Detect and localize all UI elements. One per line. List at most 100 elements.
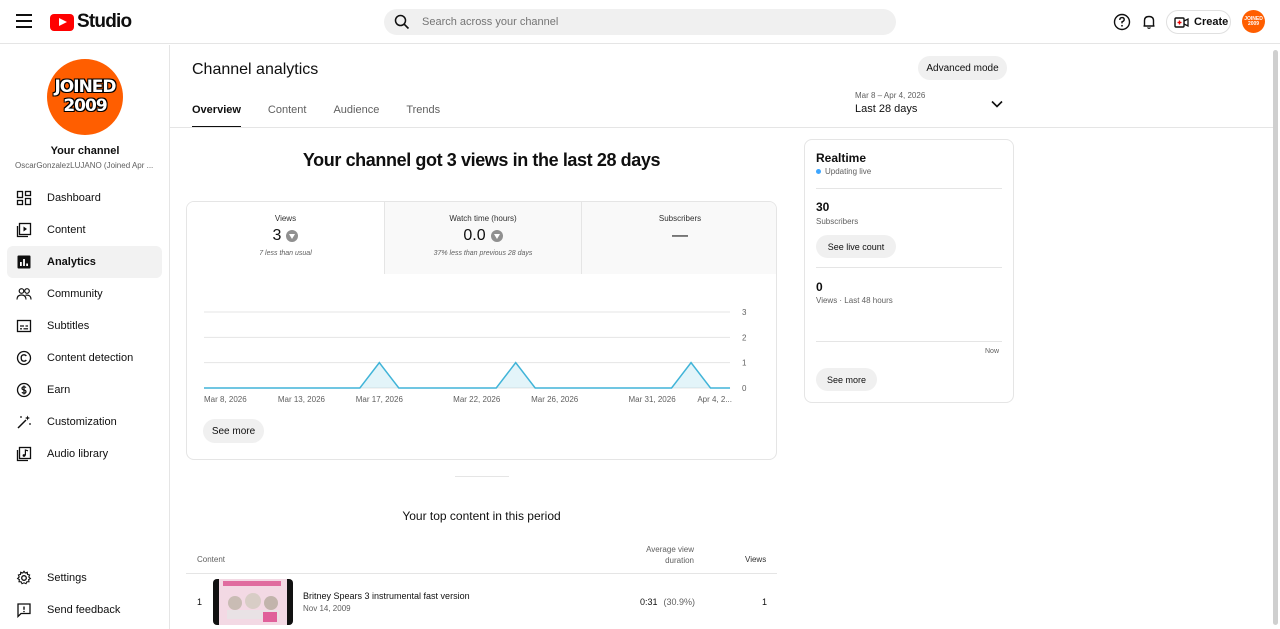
studio-logo[interactable]: Studio [50, 11, 132, 33]
realtime-views-label: Views · Last 48 hours [816, 296, 893, 305]
realtime-subscriber-label: Subscribers [816, 217, 859, 226]
x-tick-label: Mar 13, 2026 [278, 395, 326, 404]
realtime-card: Realtime Updating live 30 Subscribers Se… [804, 139, 1014, 403]
metric-subscribers-value: — [672, 227, 688, 244]
content-icon [16, 222, 32, 238]
views-area [204, 362, 730, 388]
tab-trends[interactable]: Trends [406, 104, 440, 128]
views-line [204, 361, 730, 389]
video-date: Nov 14, 2009 [303, 604, 351, 613]
sidebar-item-content-detection[interactable]: Content detection [7, 342, 162, 374]
account-avatar[interactable]: JOINED 2009 [1242, 10, 1265, 33]
metric-watch-time[interactable]: Watch time (hours) 0.0 37% less than pre… [384, 202, 581, 274]
channel-subtitle: OscarGonzalezLUJANO (Joined Apr ... [15, 161, 154, 170]
date-range-label: Last 28 days [855, 103, 918, 115]
views-chart[interactable]: 0 1 2 3 Mar 8, 2026 Mar 13, 2026 Mar 17, 2026 M… [201, 302, 761, 412]
arrow-down-icon [490, 230, 503, 242]
divider [816, 188, 1002, 189]
arrow-down-icon [286, 230, 299, 242]
top-bar: Studio Create JOINED 2009 [0, 0, 1280, 44]
magic-wand-icon [17, 415, 31, 429]
video-add-icon [1174, 16, 1189, 28]
date-range-dates: Mar 8 – Apr 4, 2026 [855, 91, 926, 100]
subtitles-icon [16, 319, 32, 333]
video-thumbnail-image [213, 579, 293, 625]
column-header-content: Content [197, 555, 226, 564]
live-dot-icon [816, 169, 821, 174]
date-range-picker[interactable]: Mar 8 – Apr 4, 2026 Last 28 days [855, 91, 925, 115]
analytics-icon [17, 255, 31, 269]
video-title[interactable]: Britney Spears 3 instrumental fast versi… [303, 591, 470, 601]
sidebar-item-customization[interactable]: Customization [7, 406, 162, 438]
chevron-down-icon[interactable] [990, 98, 1004, 110]
page-scrollbar[interactable] [1273, 50, 1278, 625]
tab-audience[interactable]: Audience [333, 104, 379, 128]
sidebar: JOINED 2009 Your channel OscarGonzalezLU… [0, 45, 170, 629]
metric-subscribers[interactable]: Subscribers — [581, 202, 776, 274]
realtime-now-label: Now [985, 348, 1000, 355]
x-tick-label: Mar 26, 2026 [531, 395, 579, 404]
divider [816, 267, 1002, 268]
x-tick-label: Mar 22, 2026 [453, 395, 501, 404]
sidebar-item-dashboard[interactable]: Dashboard [7, 182, 162, 214]
average-view-duration: 0:31 (30.9%) [640, 597, 696, 607]
overview-card: Views 3 7 less than usual Watch time (ho… [186, 201, 777, 460]
youtube-logo-icon [50, 13, 74, 31]
realtime-chart-baseline [816, 341, 1002, 342]
create-button[interactable]: Create [1166, 10, 1231, 34]
advanced-mode-button[interactable]: Advanced mode [918, 56, 1007, 80]
sidebar-item-settings[interactable]: Settings [7, 562, 162, 594]
dashboard-icon [16, 190, 32, 206]
notifications-bell-icon[interactable] [1139, 12, 1159, 32]
y-tick-label: 3 [742, 308, 747, 317]
row-rank: 1 [197, 597, 203, 607]
sidebar-item-community[interactable]: Community [7, 278, 162, 310]
x-tick-label: Mar 17, 2026 [356, 395, 404, 404]
realtime-subscriber-count: 30 [816, 200, 830, 214]
audio-library-icon [16, 446, 32, 462]
sidebar-item-subtitles[interactable]: Subtitles [7, 310, 162, 342]
analytics-tabs: Overview Content Audience Trends [192, 104, 467, 128]
column-header-views: Views [745, 555, 767, 564]
community-icon [16, 288, 32, 300]
y-tick-label: 1 [742, 359, 747, 368]
video-views: 1 [762, 597, 768, 607]
x-tick-label: Mar 8, 2026 [204, 395, 247, 404]
search-icon [394, 14, 410, 30]
see-live-count-button[interactable]: See live count [816, 235, 896, 258]
table-header-divider [186, 573, 777, 574]
metric-watch-time-value: 0.0 [463, 227, 486, 244]
copyright-icon [16, 350, 32, 366]
feedback-icon [17, 603, 31, 618]
sidebar-nav: Dashboard Content Analytics Community Su… [7, 182, 162, 470]
metric-views-value: 3 [272, 227, 282, 244]
x-tick-label: Mar 31, 2026 [629, 395, 677, 404]
channel-avatar[interactable]: JOINED 2009 [47, 59, 123, 135]
sidebar-item-send-feedback[interactable]: Send feedback [7, 594, 162, 626]
sidebar-item-earn[interactable]: Earn [7, 374, 162, 406]
tab-content[interactable]: Content [268, 104, 307, 128]
tabs-divider [170, 127, 1274, 128]
menu-icon[interactable] [16, 14, 32, 28]
sidebar-item-audio-library[interactable]: Audio library [7, 438, 162, 470]
search-bar[interactable] [384, 9, 896, 35]
page-title: Channel analytics [192, 61, 319, 78]
realtime-see-more-button[interactable]: See more [816, 368, 877, 391]
sidebar-item-content[interactable]: Content [7, 214, 162, 246]
gear-icon [16, 570, 32, 585]
see-more-button[interactable]: See more [203, 419, 264, 443]
tab-overview[interactable]: Overview [192, 104, 241, 128]
realtime-live-status: Updating live [816, 167, 871, 176]
search-input[interactable] [422, 13, 862, 31]
y-tick-label: 0 [742, 384, 747, 393]
realtime-title: Realtime [816, 151, 867, 165]
video-thumbnail[interactable] [213, 579, 293, 625]
metric-views[interactable]: Views 3 7 less than usual [187, 202, 384, 274]
help-icon[interactable] [1112, 12, 1132, 32]
sidebar-bottom-nav: Settings Send feedback [7, 562, 162, 626]
channel-title: Your channel [50, 145, 120, 157]
sidebar-item-analytics[interactable]: Analytics [7, 246, 162, 278]
dollar-icon [16, 382, 32, 398]
summary-headline: Your channel got 3 views in the last 28 … [302, 150, 661, 170]
section-divider [455, 476, 509, 477]
